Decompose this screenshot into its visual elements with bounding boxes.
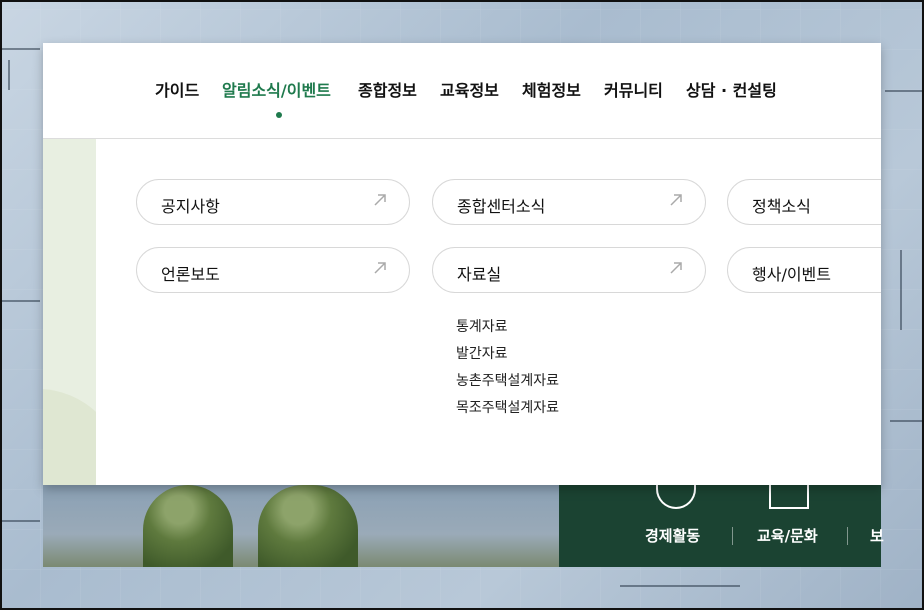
tree xyxy=(258,485,358,567)
menu-card-center-news[interactable]: 종합센터소식 xyxy=(432,179,706,225)
active-indicator-dot xyxy=(276,112,282,118)
menu-card-events[interactable]: 행사/이벤트 xyxy=(727,247,881,293)
submenu-rural-housing-design[interactable]: 농촌주택설계자료 xyxy=(456,370,559,390)
divider xyxy=(732,527,733,545)
nav-item-general-info[interactable]: 종합정보 xyxy=(358,77,417,101)
menu-card-policy-news[interactable]: 정책소식 xyxy=(727,179,881,225)
quick-menu-panel: 경제활동 교육/문화 보 xyxy=(559,479,884,567)
nav-item-experience-info[interactable]: 체험정보 xyxy=(522,77,581,101)
quick-item-education[interactable]: 교육/문화 xyxy=(757,525,818,546)
submenu-publications[interactable]: 발간자료 xyxy=(456,343,508,363)
menu-card-label: 정책소식 xyxy=(752,197,811,216)
nav-item-education-info[interactable]: 교육정보 xyxy=(440,77,499,101)
menu-card-label: 행사/이벤트 xyxy=(752,265,831,284)
nav-item-guide[interactable]: 가이드 xyxy=(155,77,199,101)
arrow-up-right-icon xyxy=(670,194,682,206)
menu-card-label: 언론보도 xyxy=(161,265,220,284)
nav-item-consulting[interactable]: 상담 · 컨설팅 xyxy=(686,77,777,101)
nav-item-news-events[interactable]: 알림소식/이벤트 xyxy=(222,77,331,101)
hero-image xyxy=(43,485,559,567)
divider xyxy=(847,527,848,545)
quick-item-partial[interactable]: 보 xyxy=(870,525,884,546)
quick-item-economy[interactable]: 경제활동 xyxy=(645,525,700,546)
menu-card-label: 종합센터소식 xyxy=(457,197,546,216)
nav-item-community[interactable]: 커뮤니티 xyxy=(604,77,663,101)
decorative-circle xyxy=(43,389,96,485)
arrow-up-right-icon xyxy=(670,262,682,274)
menu-card-label: 공지사항 xyxy=(161,197,220,216)
menu-card-label: 자료실 xyxy=(457,265,502,284)
arrow-up-right-icon xyxy=(374,262,386,274)
menu-card-press[interactable]: 언론보도 xyxy=(136,247,410,293)
menu-card-archive[interactable]: 자료실 xyxy=(432,247,706,293)
side-decoration xyxy=(43,139,96,485)
main-nav: 가이드 알림소식/이벤트 종합정보 교육정보 체험정보 커뮤니티 상담 · 컨설… xyxy=(43,43,881,139)
tree xyxy=(143,485,233,567)
submenu-wood-housing-design[interactable]: 목조주택설계자료 xyxy=(456,397,559,417)
menu-card-notice[interactable]: 공지사항 xyxy=(136,179,410,225)
arrow-up-right-icon xyxy=(374,194,386,206)
submenu-statistics[interactable]: 통계자료 xyxy=(456,316,508,336)
mega-menu-panel: 가이드 알림소식/이벤트 종합정보 교육정보 체험정보 커뮤니티 상담 · 컨설… xyxy=(43,43,881,485)
